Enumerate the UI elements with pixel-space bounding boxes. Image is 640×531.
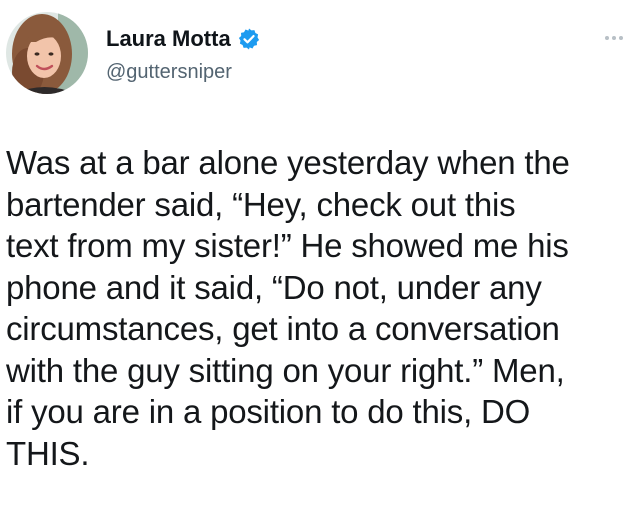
more-dot [619, 36, 623, 40]
more-options-icon[interactable] [600, 30, 628, 46]
author-display-name[interactable]: Laura Motta [106, 26, 231, 52]
author-handle[interactable]: @guttersniper [106, 60, 232, 84]
more-dot [605, 36, 609, 40]
tweet-text: Was at a bar alone yesterday when the ba… [6, 144, 570, 472]
author-name-row[interactable]: Laura Motta [106, 26, 261, 52]
verified-badge-icon [237, 27, 261, 51]
avatar[interactable] [6, 12, 88, 94]
avatar-photo-icon [6, 12, 88, 94]
tweet-card: Laura Motta @guttersniper Was at a bar a… [0, 0, 640, 531]
more-dot [612, 36, 616, 40]
